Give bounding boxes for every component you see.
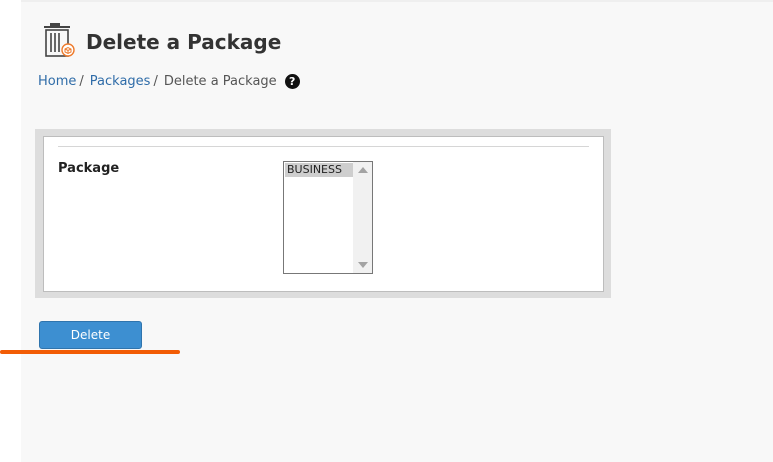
trash-package-icon <box>44 23 75 57</box>
top-divider <box>21 0 773 2</box>
highlight-underline <box>0 350 180 354</box>
breadcrumb-packages-link[interactable]: Packages <box>90 74 151 89</box>
question-circle-icon[interactable]: ? <box>284 74 300 89</box>
package-select-list[interactable]: BUSINESS <box>283 161 373 274</box>
panel-divider <box>58 146 589 147</box>
breadcrumb-current: Delete a Package <box>163 74 277 89</box>
delete-button[interactable]: Delete <box>39 321 142 349</box>
page-header: Delete a Package <box>42 22 281 58</box>
scroll-down-arrow-icon[interactable] <box>358 262 368 268</box>
scroll-up-arrow-icon[interactable] <box>358 167 368 173</box>
breadcrumb-separator: / <box>153 74 158 89</box>
package-option[interactable]: BUSINESS <box>285 163 354 177</box>
breadcrumb-separator: / <box>79 74 84 89</box>
breadcrumb: Home / Packages / Delete a Package ? <box>38 74 300 89</box>
form-panel: Package BUSINESS <box>35 129 611 298</box>
page-title: Delete a Package <box>86 30 282 54</box>
listbox-scrollbar[interactable] <box>353 162 372 273</box>
breadcrumb-home-link[interactable]: Home <box>38 74 76 89</box>
form-panel-body: Package BUSINESS <box>43 136 604 292</box>
package-label: Package <box>58 161 120 176</box>
